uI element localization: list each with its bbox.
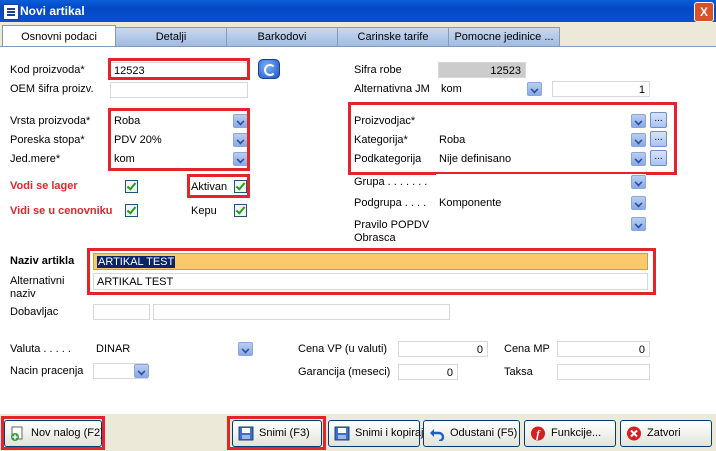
chevron-down-icon[interactable] bbox=[631, 217, 646, 231]
cena-mp-label: Cena MP bbox=[504, 343, 550, 355]
valuta-select[interactable]: DINAR bbox=[93, 341, 253, 357]
close-icon bbox=[626, 426, 642, 441]
highlight-naziv bbox=[87, 248, 656, 295]
oem-sifra-input[interactable] bbox=[110, 82, 248, 98]
highlight-vrsta bbox=[108, 108, 250, 171]
snimi-i-kopiraj-label: Snimi i kopiraj bbox=[355, 427, 424, 439]
nacin-pracenja-label: Nacin pracenja bbox=[10, 365, 84, 377]
title-bar: Novi artikal X bbox=[0, 0, 716, 22]
kepu-checkbox[interactable] bbox=[234, 204, 247, 217]
highlight-snimi bbox=[227, 416, 326, 450]
tab-pomocne-jedinice[interactable]: Pomocne jedinice ... bbox=[448, 27, 560, 47]
sifra-robe-input: 12523 bbox=[438, 62, 526, 78]
podgrupa-label: Podgrupa . . . . bbox=[354, 197, 427, 209]
garancija-label: Garancija (meseci) bbox=[298, 366, 391, 378]
undo-icon bbox=[429, 426, 445, 443]
alternativni-naziv-label: naziv bbox=[10, 288, 36, 300]
alternativna-jm-label: Alternativna JM bbox=[354, 83, 430, 95]
grupa-label: Grupa . . . . . . . bbox=[354, 176, 428, 188]
chevron-down-icon[interactable] bbox=[134, 364, 149, 378]
funkcije-button[interactable]: f Funkcije... bbox=[524, 420, 616, 447]
dobavljac-name-input[interactable] bbox=[153, 304, 450, 320]
window-icon bbox=[3, 4, 19, 20]
odustani-button[interactable]: Odustani (F5) bbox=[423, 420, 520, 447]
vidi-se-u-cenovniku-checkbox[interactable] bbox=[125, 204, 138, 217]
highlight-aktivan bbox=[187, 174, 250, 198]
cena-vp-label: Cena VP (u valuti) bbox=[298, 343, 388, 355]
chevron-down-icon[interactable] bbox=[631, 175, 646, 189]
window-title: Novi artikal bbox=[20, 4, 85, 18]
save-icon bbox=[334, 426, 350, 441]
vidi-se-u-cenovniku-label: Vidi se u cenovniku bbox=[10, 205, 113, 217]
tab-barkodovi[interactable]: Barkodovi bbox=[226, 27, 338, 47]
zatvori-label: Zatvori bbox=[647, 427, 681, 439]
poreska-stopa-label: Poreska stopa* bbox=[10, 134, 85, 146]
naziv-artikla-label: Naziv artikla bbox=[10, 255, 75, 267]
valuta-label: Valuta . . . . . bbox=[10, 343, 71, 355]
dobavljac-code-input[interactable] bbox=[93, 304, 150, 320]
highlight-kod bbox=[108, 58, 250, 80]
vodi-se-lager-checkbox[interactable] bbox=[125, 180, 138, 193]
cena-mp-input[interactable]: 0 bbox=[557, 341, 650, 357]
highlight-kategorije bbox=[348, 102, 677, 175]
chevron-down-icon[interactable] bbox=[631, 196, 646, 210]
kod-proizvoda-label: Kod proizvoda* bbox=[10, 64, 85, 76]
kepu-label: Kepu bbox=[191, 205, 217, 217]
highlight-nov-nalog bbox=[1, 416, 105, 450]
dobavljac-label: Dobavljac bbox=[10, 306, 59, 318]
vodi-se-lager-label: Vodi se lager bbox=[10, 180, 78, 192]
grupa-select[interactable] bbox=[436, 174, 646, 190]
tab-osnovni-podaci[interactable]: Osnovni podaci bbox=[2, 25, 116, 48]
pravilo-popdv-select[interactable] bbox=[436, 216, 646, 232]
garancija-input[interactable]: 0 bbox=[398, 364, 458, 380]
funkcije-label: Funkcije... bbox=[551, 427, 602, 439]
oem-sifra-label: OEM šifra proizv. bbox=[10, 83, 94, 95]
taksa-label: Taksa bbox=[504, 366, 533, 378]
alternativna-jm-qty[interactable]: 1 bbox=[552, 81, 650, 97]
pravilo-popdv-label: Pravilo POPDV bbox=[354, 219, 430, 231]
close-icon[interactable]: X bbox=[694, 2, 714, 22]
vrsta-proizvoda-label: Vrsta proizvoda* bbox=[10, 115, 91, 127]
alternativni-label: Alternativni bbox=[10, 275, 65, 287]
podgrupa-select[interactable]: Komponente bbox=[436, 195, 646, 211]
footer-bar: Nov nalog (F2) Snimi (F3) Snimi i kopira… bbox=[0, 414, 716, 450]
cena-vp-input[interactable]: 0 bbox=[398, 341, 488, 357]
taksa-input[interactable] bbox=[557, 364, 650, 380]
tab-strip: Osnovni podaci Detalji Barkodovi Carinsk… bbox=[0, 25, 716, 48]
odustani-label: Odustani (F5) bbox=[450, 427, 518, 439]
function-icon: f bbox=[530, 426, 546, 441]
jed-mere-label: Jed.mere* bbox=[10, 153, 61, 165]
tab-carinske-tarife[interactable]: Carinske tarife bbox=[337, 27, 449, 47]
sifra-robe-label: Sifra robe bbox=[354, 64, 402, 76]
tab-detalji[interactable]: Detalji bbox=[115, 27, 227, 47]
chevron-down-icon[interactable] bbox=[527, 82, 542, 96]
snimi-i-kopiraj-button[interactable]: Snimi i kopiraj bbox=[328, 420, 424, 447]
refresh-icon[interactable] bbox=[258, 59, 280, 79]
zatvori-button[interactable]: Zatvori bbox=[620, 420, 712, 447]
chevron-down-icon[interactable] bbox=[238, 342, 253, 356]
pravilo-obrasca-label: Obrasca bbox=[354, 232, 396, 244]
